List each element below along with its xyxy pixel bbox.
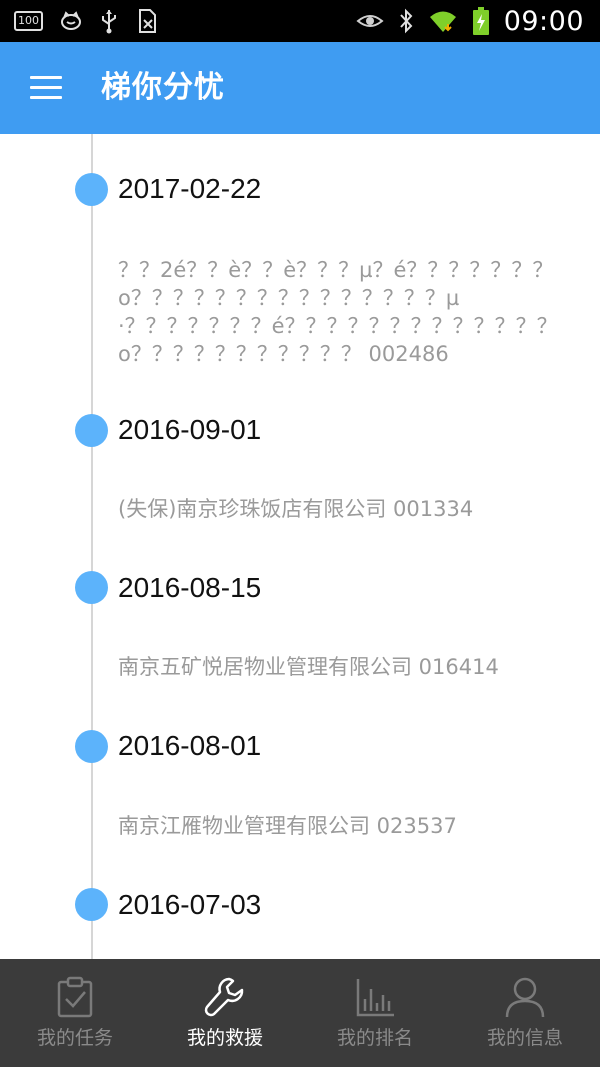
status-right-icons: 09:00 [356,5,584,37]
bluetooth-icon [398,8,414,34]
clipboard-check-icon [53,975,97,1019]
timeline-date: 2016-08-01 [118,730,262,761]
eye-icon [356,11,384,31]
timeline-date: 2016-09-01 [118,414,262,445]
nav-my-rescue[interactable]: 我的救援 [150,959,300,1067]
nav-my-tasks[interactable]: 我的任务 [0,959,150,1067]
timeline-description[interactable]: (失保)南京珍珠饭店有限公司 001334 [118,495,588,523]
timeline-description[interactable]: 南京五矿悦居物业管理有限公司 016414 [118,653,588,681]
timeline-date: 2016-07-03 [118,889,262,920]
timeline-dot [75,571,108,604]
timeline-dot [75,414,108,447]
nav-label: 我的信息 [486,1027,563,1049]
timeline-description[interactable]: 南京江雁物业管理有限公司 023537 [118,812,588,840]
hamburger-menu-icon[interactable] [30,76,64,100]
battery-charging-icon [472,6,490,36]
nav-my-info[interactable]: 我的信息 [450,959,600,1067]
battery-percent-icon: 100 [14,11,43,31]
usb-icon [99,8,119,34]
cat-face-icon [59,10,83,32]
nav-label: 我的任务 [36,1027,113,1049]
wifi-icon [428,8,458,34]
nav-label: 我的救援 [186,1027,263,1049]
timeline-description[interactable]: ？？2é？？è？？è？？？µ？é？？？？？？？o？？？？？？？？？？？？？？？µ… [118,256,588,368]
timeline-date: 2017-02-22 [118,173,262,204]
wrench-icon [203,975,247,1019]
bottom-navigation: 我的任务 我的救援 我的排名 我的信息 [0,959,600,1067]
status-left-icons: 100 [14,6,159,36]
status-time: 09:00 [503,5,584,37]
bar-chart-icon [353,975,397,1019]
timeline-dot [75,888,108,921]
timeline-date: 2016-08-15 [118,572,262,603]
nav-label: 我的排名 [336,1027,413,1049]
rescue-timeline[interactable]: 2017-02-22 ？？2é？？è？？è？？？µ？é？？？？？？？o？？？？？… [0,134,600,959]
timeline-line [91,134,93,959]
page-title: 梯你分忧 [101,70,225,105]
app-header: 梯你分忧 [0,42,600,134]
status-bar: 100 09:00 [0,0,600,42]
nav-my-ranking[interactable]: 我的排名 [300,959,450,1067]
no-sim-icon [135,8,159,34]
timeline-dot [75,730,108,763]
timeline-dot [75,173,108,206]
user-icon [503,975,547,1019]
